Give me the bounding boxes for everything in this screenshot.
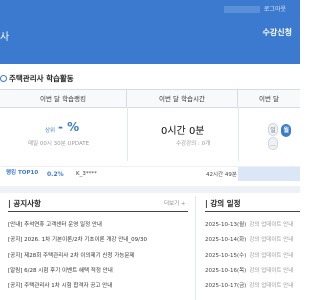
calendar-toggle: 일 월 … (268, 123, 300, 150)
notice-item[interactable]: [공지] 2026. 1차 기본이론/2차 기초이론 개강 안내_09/30 (8, 235, 188, 250)
side-banner[interactable] (238, 167, 300, 181)
activity-title: 주택관리사 학습활동 (0, 73, 74, 84)
rank-top10-percent: 0.2% (47, 171, 64, 178)
notice-item[interactable]: [안내] 추석연휴 고객센터 운영 일정 안내 (8, 220, 188, 235)
schedule-note: 강의 업데이트 안내 (249, 237, 294, 244)
schedule-item[interactable]: 2025-10-14(화) 강의 업데이트 안내 (205, 235, 300, 250)
toggle-month-button[interactable]: 월 (281, 124, 292, 137)
schedule-date: 2025-10-17(금) (205, 283, 247, 290)
schedule-note: 강의 업데이트 안내 (249, 283, 294, 290)
schedule-date: 2025-10-15(수) (205, 252, 247, 259)
rank-top10-row: 랭킹 TOP10 0.2% K_3**** 42시간 49분 (0, 166, 300, 181)
schedule-date: 2025-10-16(목) (205, 267, 247, 274)
schedule-underline (205, 211, 300, 212)
notice-item[interactable]: [알림] 6/28 시험 후기 이벤트 혜택 적정 안내 (8, 266, 188, 281)
section-divider (0, 186, 300, 193)
schedule-date: 2025-10-13(월) (205, 222, 247, 228)
site-name: 사 (0, 32, 11, 43)
notice-list: [안내] 추석연휴 고객센터 운영 일정 안내 [공지] 2026. 1차 기본… (8, 220, 188, 296)
study-time-value: 0시간 0분 (161, 126, 205, 137)
logout-link[interactable]: 로그아웃 (264, 6, 286, 13)
schedule-note: 강의 업데이트 안내 (249, 252, 294, 259)
logout-area: 로그아웃 (223, 4, 286, 13)
schedule-item[interactable]: 2025-10-17(금) 강의 업데이트 안내 (205, 281, 300, 296)
schedule-title: | 강의 일정 (205, 199, 241, 208)
rank-column-header: 이번 달 학습랭킹 (0, 90, 127, 108)
schedule-note: 강의 업데이트 안내 (249, 222, 294, 228)
schedule-list: 2025-10-13(월) 강의 업데이트 안내 2025-10-14(화) 강의 … (205, 220, 300, 296)
rank-value: - % (58, 120, 80, 134)
rank-prefix: 상위 (45, 128, 56, 134)
notice-underline (8, 211, 188, 212)
schedule-note: 강의 업데이트 안내 (249, 267, 294, 274)
notice-title-text: 공지사항 (13, 199, 41, 208)
rank-top10-label: 랭킹 TOP10 (6, 170, 39, 176)
notice-title: | 공지사항 (8, 199, 41, 208)
schedule-item[interactable]: 2025-10-13(월) 강의 업데이트 안내 (205, 220, 300, 235)
rank-top10-user: K_3**** (76, 171, 97, 177)
rank-top10-time: 42시간 49분 (206, 172, 237, 178)
schedule-date: 2025-10-14(화) (205, 237, 247, 244)
schedule-item[interactable]: 2025-10-16(목) 강의 업데이트 안내 (205, 266, 300, 281)
user-name-redacted (223, 6, 260, 13)
calendar-column-header: 이번 달 (238, 90, 300, 108)
schedule-title-text: 강의 일정 (210, 199, 241, 208)
top-header: 로그아웃 사 수강신청 (0, 0, 300, 64)
toggle-day-button[interactable]: 일 (268, 123, 278, 136)
activity-icon (0, 75, 7, 82)
enroll-link[interactable]: 수강신청 (263, 27, 292, 38)
rank-update-note: 매일 00시 30분 UPDATE (28, 141, 90, 147)
lecture-count: 수강강의 : 0개 (176, 141, 211, 147)
notice-item[interactable]: [공지] 제28회 주택관리사 2차 이의제기 신청 가능문제 (8, 251, 188, 266)
column-divider (195, 196, 196, 300)
schedule-item[interactable]: 2025-10-15(수) 강의 업데이트 안내 (205, 251, 300, 266)
stats-divider (238, 107, 239, 161)
notice-item[interactable]: [공지] 주택관리사 1차 시험 합격자 공고 안내 (8, 281, 188, 296)
toggle-more-button[interactable]: … (268, 137, 278, 150)
activity-title-text: 주택관리사 학습활동 (9, 74, 74, 83)
stats-divider (127, 107, 128, 161)
notice-more-link[interactable]: 더보기 + (164, 199, 186, 207)
time-column-header: 이번 달 학습시간 (127, 90, 238, 108)
